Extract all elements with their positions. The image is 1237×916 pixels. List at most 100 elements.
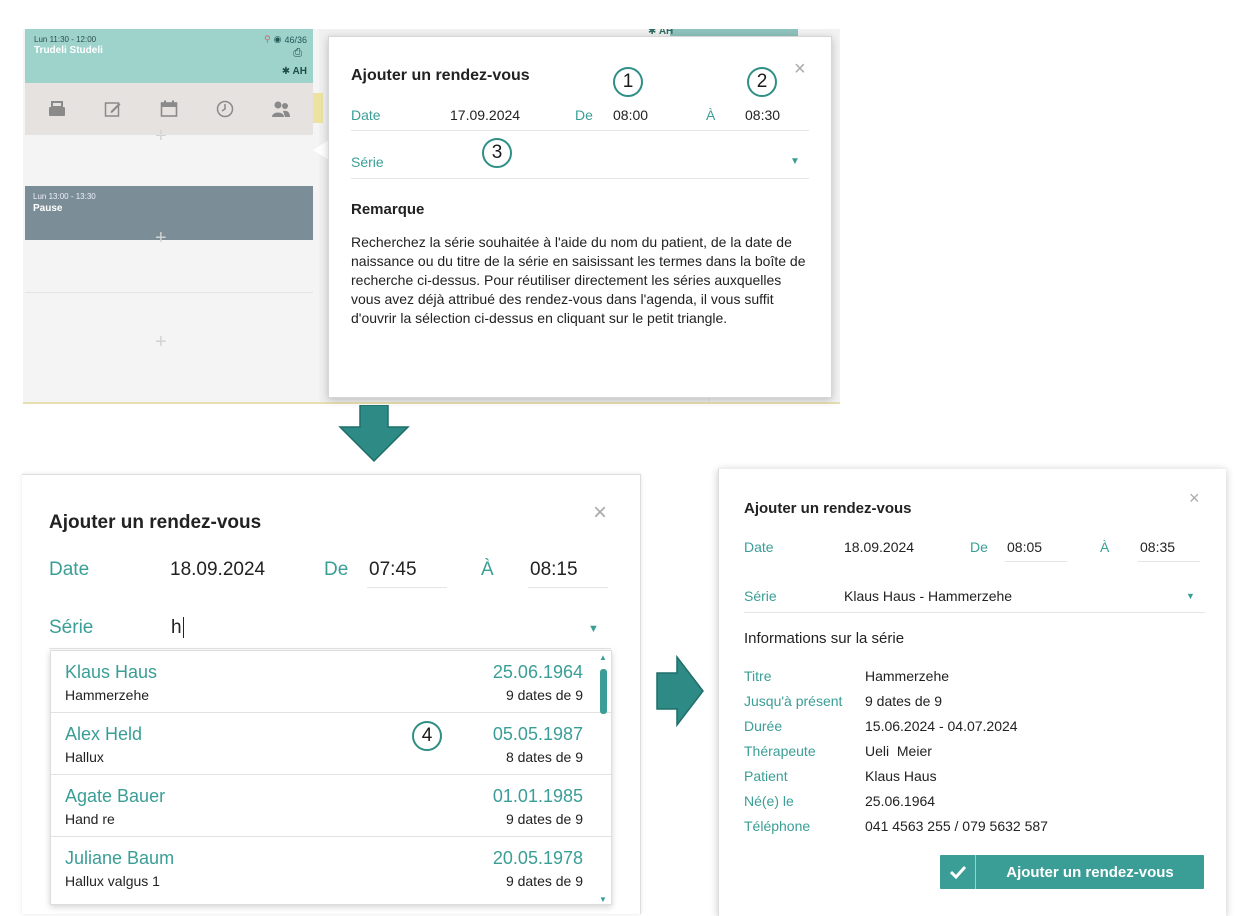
close-icon[interactable]: × — [794, 59, 806, 79]
date-label: Date — [49, 559, 90, 580]
appointment-patient-name: Trudeli Studeli — [34, 45, 103, 56]
pause-label: Pause — [33, 203, 63, 214]
result-series-title: Hand re — [65, 811, 115, 827]
dialog-title: Ajouter un rendez-vous — [351, 67, 530, 84]
appointment-badge-label: AH — [292, 66, 307, 77]
from-time-field[interactable]: 08:05 — [1007, 539, 1042, 555]
callout-2: 2 — [747, 67, 777, 97]
add-appointment-dialog-search: Ajouter un rendez-vous × Date 18.09.2024… — [22, 474, 641, 914]
target-icon: ◉ — [273, 34, 282, 44]
dialog-title: Ajouter un rendez-vous — [744, 500, 912, 517]
inbox-icon[interactable] — [46, 98, 68, 120]
to-label: À — [1100, 539, 1110, 555]
series-search-input[interactable]: h — [171, 617, 184, 639]
scrollbar-thumb[interactable] — [600, 669, 607, 714]
scroll-up-icon[interactable]: ▲ — [599, 653, 607, 662]
from-label: De — [324, 559, 349, 580]
series-search-value: h — [171, 617, 182, 638]
series-underline — [744, 612, 1205, 613]
series-info-heading: Informations sur la série — [744, 630, 905, 647]
series-underline — [351, 178, 809, 179]
calendar-icon[interactable] — [158, 98, 180, 120]
gear-icon: ✱ — [281, 66, 291, 77]
dropdown-triangle-icon[interactable]: ▼ — [1186, 591, 1195, 601]
from-underline — [367, 587, 447, 588]
result-date-count: 9 dates de 9 — [505, 873, 583, 889]
date-field[interactable]: 18.09.2024 — [844, 539, 914, 555]
pause-block[interactable]: Lun 13:00 - 13:30 Pause — [25, 186, 313, 240]
from-label: De — [575, 107, 593, 123]
pause-time: Lun 13:00 - 13:30 — [33, 192, 96, 201]
add-appointment-dialog: Ajouter un rendez-vous × Date 17.09.2024… — [328, 36, 832, 398]
appointment-block[interactable]: Lun 11:30 - 12:00 Trudeli Studeli ⚲ ◉ 46… — [25, 29, 313, 83]
arrow-right-icon — [656, 655, 704, 727]
date-label: Date — [744, 539, 774, 555]
series-select[interactable]: Klaus Haus - Hammerzehe — [844, 588, 1012, 604]
date-label: Date — [351, 107, 381, 123]
to-time-field[interactable]: 08:15 — [530, 559, 578, 581]
result-date-count: 9 dates de 9 — [505, 811, 583, 827]
from-label: De — [970, 539, 988, 555]
info-value-progress: 9 dates de 9 — [865, 693, 943, 709]
add-slot-icon[interactable]: + — [155, 331, 167, 354]
info-label-phone: Téléphone — [744, 818, 811, 834]
scrollbar[interactable]: ▲ ▼ — [597, 651, 609, 904]
result-patient-name: Alex Held — [65, 724, 143, 744]
appointment-time: Lun 11:30 - 12:00 — [34, 35, 97, 44]
list-item[interactable]: Klaus Haus Hammerzehe 25.06.1964 9 dates… — [51, 651, 611, 713]
to-underline — [1138, 561, 1200, 562]
scroll-down-icon[interactable]: ▼ — [599, 895, 607, 904]
text-cursor — [182, 617, 184, 638]
info-label-title: Titre — [744, 668, 772, 684]
from-time-field[interactable]: 07:45 — [369, 559, 417, 581]
callout-3: 3 — [482, 138, 512, 168]
add-slot-icon[interactable]: + — [155, 227, 167, 250]
to-label: À — [481, 559, 494, 580]
info-value-birthdate: 25.06.1964 — [865, 793, 936, 809]
dropdown-triangle-icon[interactable]: ▼ — [588, 623, 599, 635]
result-date-count: 8 dates de 9 — [505, 749, 583, 765]
close-icon[interactable]: × — [1189, 489, 1200, 507]
result-patient-name: Agate Bauer — [65, 786, 166, 806]
dropdown-triangle-icon[interactable]: ▼ — [790, 156, 800, 167]
clock-icon[interactable] — [214, 98, 236, 120]
users-icon[interactable] — [270, 98, 292, 120]
calendar-marker — [313, 93, 323, 123]
date-field[interactable]: 17.09.2024 — [450, 107, 520, 123]
add-appointment-button[interactable]: Ajouter un rendez-vous — [940, 855, 1204, 889]
grid-line — [25, 134, 313, 135]
add-slot-icon[interactable]: + — [155, 125, 167, 148]
add-appointment-button-label: Ajouter un rendez-vous — [1006, 863, 1174, 881]
result-birth-date: 20.05.1978 — [492, 848, 583, 868]
result-date-count: 9 dates de 9 — [505, 687, 583, 703]
info-value-duration: 15.06.2024 - 04.07.2024 — [865, 718, 1018, 734]
info-value-therapist: Ueli Meier — [865, 743, 932, 759]
info-value-phone: 041 4563 255 / 079 5632 587 — [865, 818, 1048, 834]
grid-line — [25, 292, 313, 293]
from-time-field[interactable]: 08:00 — [613, 107, 648, 123]
remark-text: Recherchez la série souhaitée à l'aide d… — [351, 234, 806, 326]
to-underline — [528, 587, 608, 588]
list-item[interactable]: Juliane Baum Hallux valgus 1 20.05.1978 … — [51, 837, 611, 899]
list-item[interactable]: Agate Bauer Hand re 01.01.1985 9 dates d… — [51, 775, 611, 837]
info-label-birthdate: Né(e) le — [744, 793, 794, 809]
series-label: Série — [744, 588, 777, 604]
date-field[interactable]: 18.09.2024 — [170, 559, 265, 581]
dialog-title: Ajouter un rendez-vous — [49, 512, 262, 533]
result-patient-name: Klaus Haus — [65, 662, 158, 682]
list-item[interactable]: Alex Held Hallux 05.05.1987 8 dates de 9 — [51, 713, 611, 775]
appointment-count: ⚲ ◉ 46/36 — [264, 34, 307, 45]
callout-4: 4 — [412, 721, 442, 751]
paperclip-icon: ⚲ — [264, 34, 271, 44]
info-label-duration: Durée — [744, 718, 783, 734]
result-series-title: Hallux valgus 1 — [65, 873, 160, 889]
close-icon[interactable]: × — [593, 501, 607, 525]
to-time-field[interactable]: 08:35 — [1140, 539, 1175, 555]
info-label-progress: Jusqu'à présent — [744, 693, 843, 709]
arrow-down-icon — [338, 405, 410, 463]
checkmark-icon — [940, 855, 976, 889]
result-birth-date: 01.01.1985 — [492, 786, 583, 806]
to-time-field[interactable]: 08:30 — [745, 107, 780, 123]
edit-icon[interactable] — [102, 98, 124, 120]
series-results-list: Klaus Haus Hammerzehe 25.06.1964 9 dates… — [50, 650, 612, 905]
